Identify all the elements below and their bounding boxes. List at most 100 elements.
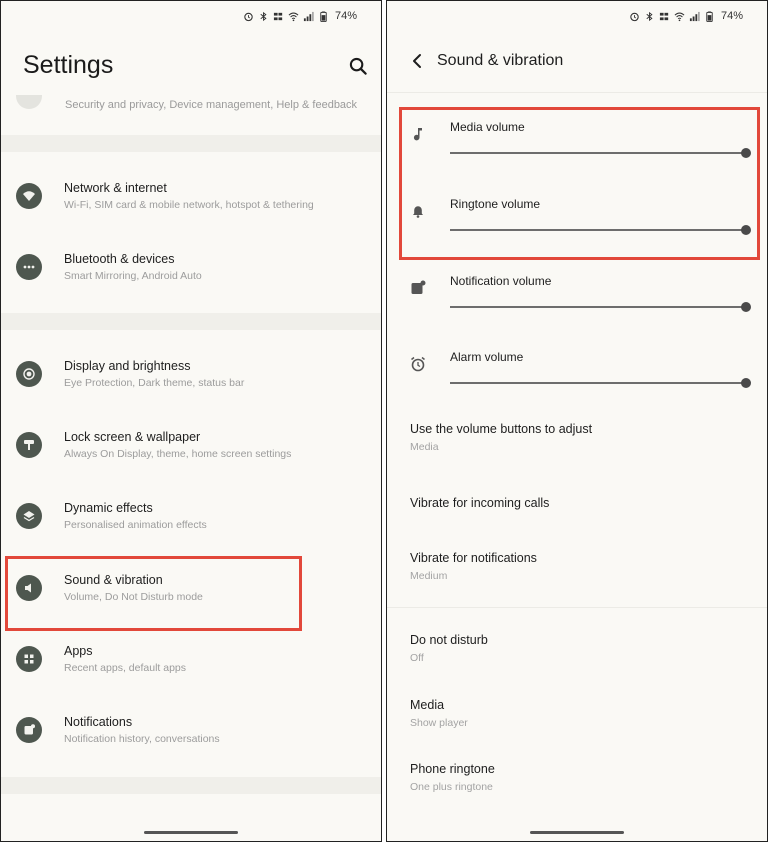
list-item-subtitle: Show player (410, 717, 468, 729)
home-indicator[interactable] (530, 831, 624, 834)
notification-volume-row: Notification volume (387, 261, 767, 337)
home-indicator[interactable] (144, 831, 238, 834)
page-title: Sound & vibration (437, 52, 564, 69)
section-divider (1, 135, 381, 152)
list-item-subtitle: Media (410, 441, 439, 453)
volume-slider-track[interactable] (450, 229, 746, 231)
settings-item-dynamic-effects[interactable]: Dynamic effects Personalised animation e… (1, 484, 381, 548)
volume-label: Media volume (450, 120, 525, 134)
list-item-subtitle: Wi-Fi, SIM card & mobile network, hotspo… (64, 199, 314, 211)
media-setting[interactable]: Media Show player (387, 698, 767, 738)
back-arrow-icon[interactable] (409, 53, 425, 69)
settings-screen: 74% Settings Security and privacy, Devic… (0, 0, 382, 842)
header-divider (387, 92, 767, 93)
section-divider (387, 607, 767, 608)
volume-slider-thumb[interactable] (741, 225, 751, 235)
layers-icon (16, 503, 42, 529)
list-item-title: Media (410, 698, 445, 712)
wifi-icon (288, 12, 299, 21)
vibrate-incoming-calls-setting[interactable]: Vibrate for incoming calls (387, 496, 767, 520)
list-item-subtitle: Recent apps, default apps (64, 662, 187, 674)
list-item-partial[interactable]: Security and privacy, Device management,… (1, 95, 381, 131)
list-item-title: Vibrate for notifications (410, 551, 537, 565)
volume-label: Ringtone volume (450, 197, 541, 211)
speaker-icon (16, 575, 42, 601)
alarm-clock-icon (411, 356, 425, 372)
list-item-subtitle: Eye Protection, Dark theme, status bar (64, 377, 245, 389)
list-item-title: Sound & vibration (64, 573, 163, 587)
wifi-icon (674, 12, 685, 21)
list-item-title: Dynamic effects (64, 501, 153, 515)
alarm-icon (630, 12, 639, 21)
volume-label: Alarm volume (450, 350, 524, 364)
list-item-subtitle: Smart Mirroring, Android Auto (64, 270, 202, 282)
signal-icon (303, 11, 314, 21)
list-item-subtitle: Off (410, 652, 424, 664)
list-item-title: Phone ringtone (410, 762, 495, 776)
section-divider (1, 777, 381, 794)
alarm-icon (244, 12, 253, 21)
list-item-subtitle: One plus ringtone (410, 781, 493, 793)
volume-buttons-setting[interactable]: Use the volume buttons to adjust Media (387, 422, 767, 462)
volume-label: Notification volume (450, 274, 552, 288)
volume-slider-thumb[interactable] (741, 148, 751, 158)
settings-item-display[interactable]: Display and brightness Eye Protection, D… (1, 342, 381, 406)
notification-icon (16, 717, 42, 743)
settings-item-lock-screen[interactable]: Lock screen & wallpaper Always On Displa… (1, 413, 381, 477)
volume-slider-track[interactable] (450, 306, 746, 308)
more-dots-icon (16, 254, 42, 280)
list-item-title: Display and brightness (64, 359, 191, 373)
list-item-subtitle: Medium (410, 570, 448, 582)
settings-item-network[interactable]: Network & internet Wi-Fi, SIM card & mob… (1, 164, 381, 228)
notification-icon (411, 280, 426, 294)
ringtone-volume-row: Ringtone volume (387, 184, 767, 260)
paint-roller-icon (16, 432, 42, 458)
list-item-title: Network & internet (64, 181, 167, 195)
list-item-subtitle: Always On Display, theme, home screen se… (64, 448, 292, 460)
vibrate-notifications-setting[interactable]: Vibrate for notifications Medium (387, 551, 767, 591)
list-item-title: Use the volume buttons to adjust (410, 422, 593, 436)
status-bar: 74% (1, 1, 381, 33)
sound-vibration-screen: 74% Sound & vibration Media volume Ringt… (386, 0, 768, 842)
volume-slider-thumb[interactable] (741, 302, 751, 312)
status-bar: 74% (387, 1, 767, 33)
apps-grid-icon (16, 646, 42, 672)
settings-item-bluetooth[interactable]: Bluetooth & devices Smart Mirroring, And… (1, 235, 381, 299)
network-type-icon (659, 12, 669, 20)
battery-icon (706, 10, 713, 22)
settings-item-notifications[interactable]: Notifications Notification history, conv… (1, 698, 381, 762)
media-volume-row: Media volume (387, 107, 767, 183)
volume-slider-thumb[interactable] (741, 378, 751, 388)
section-divider (1, 313, 381, 330)
network-type-icon (273, 12, 283, 20)
list-item-subtitle: Security and privacy, Device management,… (65, 99, 358, 111)
list-item-title: Do not disturb (410, 633, 488, 647)
list-item-subtitle: Notification history, conversations (64, 733, 220, 745)
volume-slider-track[interactable] (450, 382, 746, 384)
list-item-title: Lock screen & wallpaper (64, 430, 201, 444)
signal-icon (689, 11, 700, 21)
list-item-title: Vibrate for incoming calls (410, 496, 550, 510)
battery-icon (320, 10, 327, 22)
battery-percentage: 74% (334, 10, 357, 22)
do-not-disturb-setting[interactable]: Do not disturb Off (387, 633, 767, 673)
page-title: Settings (23, 51, 114, 79)
list-item-subtitle: Volume, Do Not Disturb mode (64, 591, 203, 603)
brightness-icon (16, 361, 42, 387)
bell-icon (413, 206, 423, 218)
bluetooth-icon (260, 11, 267, 21)
search-icon[interactable] (349, 57, 368, 76)
wifi-icon (16, 183, 42, 209)
list-item-subtitle: Personalised animation effects (64, 519, 207, 531)
battery-percentage: 74% (720, 10, 743, 22)
bluetooth-icon (646, 11, 653, 21)
settings-item-apps[interactable]: Apps Recent apps, default apps (1, 627, 381, 691)
music-note-icon (413, 128, 422, 141)
alarm-volume-row: Alarm volume (387, 337, 767, 413)
volume-slider-track[interactable] (450, 152, 746, 154)
list-item-title: Apps (64, 644, 93, 658)
settings-item-sound-vibration[interactable]: Sound & vibration Volume, Do Not Disturb… (1, 556, 381, 620)
list-item-title: Notifications (64, 715, 133, 729)
phone-ringtone-setting[interactable]: Phone ringtone One plus ringtone (387, 762, 767, 802)
security-icon (16, 95, 42, 109)
